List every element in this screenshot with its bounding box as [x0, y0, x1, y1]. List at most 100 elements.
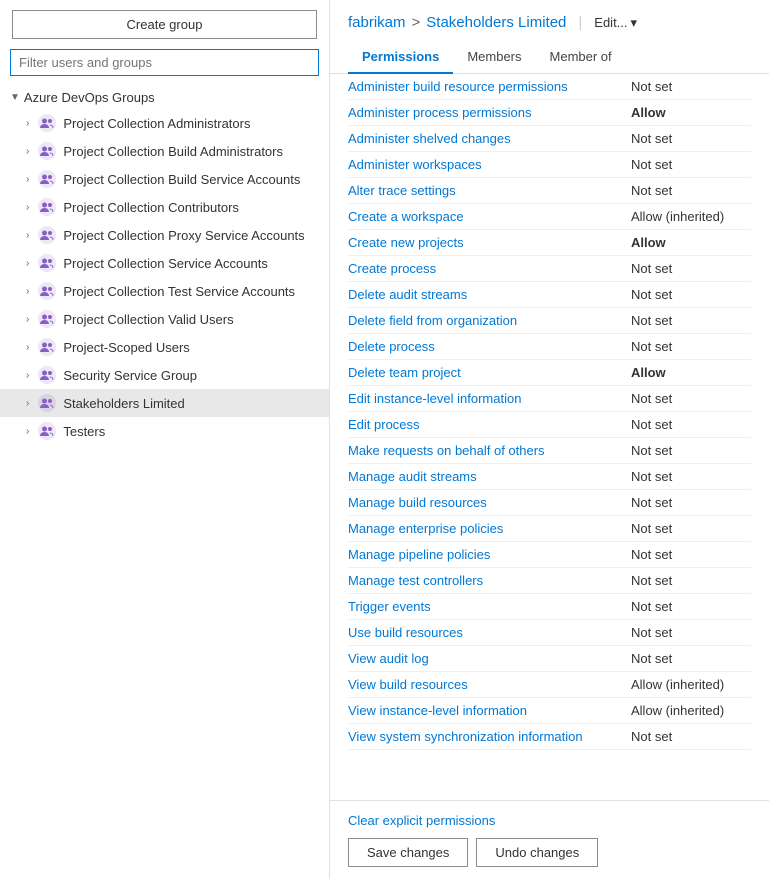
group-icon	[37, 169, 57, 189]
permission-row: Administer process permissions Allow	[348, 100, 751, 126]
tree-item[interactable]: › Project Collection Test Service Accoun…	[0, 277, 329, 305]
permission-name[interactable]: Edit instance-level information	[348, 391, 521, 406]
permission-name[interactable]: Manage audit streams	[348, 469, 477, 484]
permission-name[interactable]: Administer process permissions	[348, 105, 532, 120]
permission-value: Not set	[611, 599, 751, 614]
tree-item[interactable]: › Project Collection Valid Users	[0, 305, 329, 333]
permission-row: Create process Not set	[348, 256, 751, 282]
permission-value: Not set	[611, 625, 751, 640]
permission-name[interactable]: Administer workspaces	[348, 157, 482, 172]
permission-name[interactable]: Create process	[348, 261, 436, 276]
breadcrumb-separator: >	[412, 14, 421, 31]
tree-item[interactable]: › Stakeholders Limited	[0, 389, 329, 417]
tree-item-label: Project Collection Administrators	[63, 116, 250, 131]
item-chevron: ›	[26, 398, 29, 409]
permission-value: Allow	[611, 105, 751, 120]
permission-name[interactable]: Delete process	[348, 339, 435, 354]
tree-item[interactable]: › Project Collection Contributors	[0, 193, 329, 221]
tree-item-label: Project Collection Contributors	[63, 200, 239, 215]
permission-value: Not set	[611, 521, 751, 536]
tab-permissions[interactable]: Permissions	[348, 41, 453, 74]
dropdown-arrow-icon: ▾	[631, 15, 638, 31]
permission-name[interactable]: View audit log	[348, 651, 429, 666]
permission-name[interactable]: Edit process	[348, 417, 420, 432]
footer: Clear explicit permissions Save changes …	[330, 800, 769, 879]
permission-name[interactable]: Manage pipeline policies	[348, 547, 490, 562]
permission-value: Not set	[611, 417, 751, 432]
permission-name[interactable]: Use build resources	[348, 625, 463, 640]
permission-row: Manage test controllersNot set	[348, 568, 751, 594]
tab-members[interactable]: Members	[453, 41, 535, 74]
permission-name[interactable]: Manage build resources	[348, 495, 487, 510]
tree-item[interactable]: › Testers	[0, 417, 329, 445]
clear-permissions-link[interactable]: Clear explicit permissions	[348, 813, 751, 828]
permission-name[interactable]: Trigger events	[348, 599, 431, 614]
permission-row: Administer build resource permissions Not…	[348, 74, 751, 100]
permission-row: Delete audit streamsNot set	[348, 282, 751, 308]
permission-name[interactable]: View build resources	[348, 677, 468, 692]
permission-row: Create a workspace Allow (inherited)	[348, 204, 751, 230]
filter-input[interactable]	[10, 49, 319, 76]
permission-value: Allow (inherited)	[611, 209, 751, 224]
item-chevron: ›	[26, 174, 29, 185]
tree-item[interactable]: › Project Collection Build Service Accou…	[0, 165, 329, 193]
item-chevron: ›	[26, 342, 29, 353]
permission-name[interactable]: Create a workspace	[348, 209, 464, 224]
edit-button[interactable]: Edit... ▾	[594, 15, 637, 31]
permission-name[interactable]: Create new projects	[348, 235, 464, 250]
permission-name[interactable]: Alter trace settings	[348, 183, 456, 198]
permission-name[interactable]: View system synchronization information	[348, 729, 583, 744]
tree-item-label: Project Collection Build Administrators	[63, 144, 283, 159]
category-chevron: ▼	[10, 92, 20, 103]
group-icon	[37, 365, 57, 385]
tree-item-label: Stakeholders Limited	[63, 396, 184, 411]
permission-name[interactable]: Delete audit streams	[348, 287, 467, 302]
tree-item[interactable]: › Project Collection Proxy Service Accou…	[0, 221, 329, 249]
permission-name[interactable]: View instance-level information	[348, 703, 527, 718]
tree-item-label: Project Collection Test Service Accounts	[63, 284, 295, 299]
tab-member-of[interactable]: Member of	[536, 41, 626, 74]
permission-name[interactable]: Administer build resource permissions	[348, 79, 568, 94]
permission-name[interactable]: Make requests on behalf of others	[348, 443, 545, 458]
tree-item-label: Project Collection Valid Users	[63, 312, 233, 327]
tree-item[interactable]: › Security Service Group	[0, 361, 329, 389]
permission-row: Administer shelved changes Not set	[348, 126, 751, 152]
tree-item[interactable]: › Project Collection Service Accounts	[0, 249, 329, 277]
permission-value: Not set	[611, 339, 751, 354]
permission-value: Not set	[611, 261, 751, 276]
permission-name[interactable]: Manage test controllers	[348, 573, 483, 588]
permission-name[interactable]: Delete field from organization	[348, 313, 517, 328]
tabs: PermissionsMembersMember of	[348, 41, 751, 73]
permission-row: View build resourcesAllow (inherited)	[348, 672, 751, 698]
permission-row: Delete field from organizationNot set	[348, 308, 751, 334]
create-group-button[interactable]: Create group	[12, 10, 317, 39]
permission-value: Not set	[611, 495, 751, 510]
item-chevron: ›	[26, 230, 29, 241]
tree-item-label: Testers	[63, 424, 105, 439]
permission-row: Manage audit streams Not set	[348, 464, 751, 490]
permission-value: Not set	[611, 79, 751, 94]
breadcrumb-org[interactable]: fabrikam	[348, 14, 406, 31]
tree-item-label: Security Service Group	[63, 368, 197, 383]
tree-item-label: Project-Scoped Users	[63, 340, 189, 355]
permission-name[interactable]: Manage enterprise policies	[348, 521, 503, 536]
save-changes-button[interactable]: Save changes	[348, 838, 468, 867]
permission-value: Not set	[611, 131, 751, 146]
item-chevron: ›	[26, 370, 29, 381]
breadcrumb-group[interactable]: Stakeholders Limited	[426, 14, 566, 31]
tree-item[interactable]: › Project Collection Build Administrator…	[0, 137, 329, 165]
permission-value: Not set	[611, 157, 751, 172]
permission-name[interactable]: Administer shelved changes	[348, 131, 511, 146]
permission-value: Not set	[611, 651, 751, 666]
tree-item[interactable]: › Project Collection Administrators	[0, 109, 329, 137]
permission-value: Not set	[611, 469, 751, 484]
tree-item[interactable]: › Project-Scoped Users	[0, 333, 329, 361]
tree-item-label: Project Collection Build Service Account…	[63, 172, 300, 187]
item-chevron: ›	[26, 202, 29, 213]
group-icon	[37, 281, 57, 301]
permission-name[interactable]: Delete team project	[348, 365, 461, 380]
permission-row: Edit process Not set	[348, 412, 751, 438]
tree-category: ▼ Azure DevOps Groups	[0, 86, 329, 109]
undo-changes-button[interactable]: Undo changes	[476, 838, 598, 867]
footer-buttons: Save changes Undo changes	[348, 838, 751, 867]
